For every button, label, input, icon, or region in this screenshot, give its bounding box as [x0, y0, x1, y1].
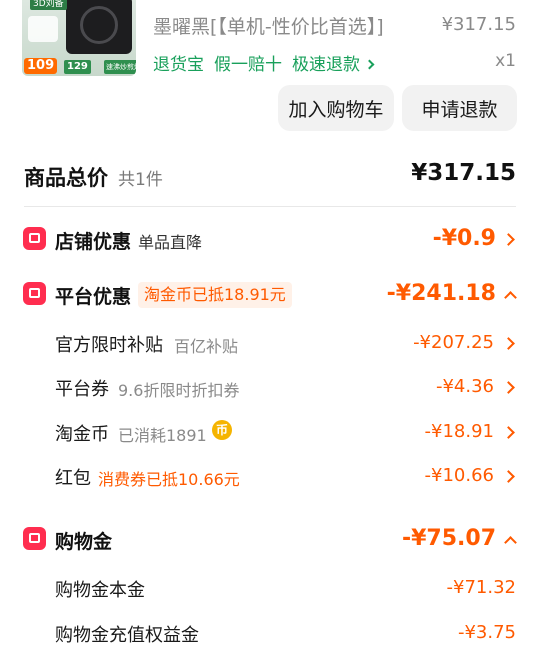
thumb-feature-bubble [28, 16, 58, 42]
thumb-feature-strip: 速沸炒煎焖炖 [104, 60, 136, 74]
divider [24, 206, 516, 207]
coin-sub: 已消耗1891 [118, 426, 207, 445]
subsidy-sub: 百亿补贴 [174, 337, 239, 356]
coupon-value[interactable]: -¥4.36 [436, 376, 494, 397]
gold-principal-value: -¥71.32 [446, 577, 516, 598]
redpacket-sub: 消费券已抵10.66元 [98, 470, 240, 489]
chevron-up-icon[interactable] [504, 536, 517, 549]
product-thumbnail[interactable]: 3D刘备 109 129 速沸炒煎焖炖 [22, 0, 136, 76]
service-tag-fast-refund: 极速退款 [292, 55, 360, 75]
total-title: 商品总价 [24, 166, 108, 190]
cooktop-coil-graphic [80, 6, 118, 44]
store-discount-value[interactable]: -¥0.9 [433, 226, 496, 251]
platform-discount-title: 平台优惠 [55, 286, 132, 308]
platform-gift-icon [23, 282, 46, 305]
coin-deduction-badge: 淘金币已抵18.91元 [138, 282, 292, 308]
subsidy-value[interactable]: -¥207.25 [413, 332, 494, 353]
chevron-right-icon[interactable] [502, 470, 515, 483]
request-refund-button[interactable]: 申请退款 [402, 85, 517, 131]
chevron-right-icon[interactable] [502, 381, 515, 394]
service-tag-return: 退货宝 [153, 55, 204, 75]
shopping-bag-icon [23, 527, 46, 550]
shopping-gold-value[interactable]: -¥75.07 [402, 526, 496, 551]
coin-value[interactable]: -¥18.91 [425, 421, 494, 442]
store-discount-title: 店铺优惠 [55, 231, 132, 253]
coupon-sub: 9.6折限时折扣券 [118, 381, 240, 400]
gold-bonus-label: 购物金充值权益金 [55, 625, 199, 646]
service-tag-authentic: 假一赔十 [214, 55, 282, 75]
subsidy-label: 官方限时补贴 [55, 335, 163, 356]
coin-label: 淘金币 [55, 424, 109, 445]
platform-discount-value[interactable]: -¥241.18 [387, 281, 496, 306]
service-tags[interactable]: 退货宝 假一赔十 极速退款 [153, 50, 375, 75]
add-to-cart-button[interactable]: 加入购物车 [278, 85, 394, 131]
thumb-price-main: 109 [24, 58, 58, 74]
chevron-right-icon [364, 59, 375, 70]
chevron-right-icon[interactable] [502, 426, 515, 439]
redpacket-value[interactable]: -¥10.66 [425, 465, 494, 486]
total-price: ¥317.15 [411, 160, 516, 186]
total-price-row: 商品总价 共1件 ¥317.15 [24, 158, 516, 194]
thumb-price-secondary: 129 [64, 60, 91, 74]
gold-bonus-value: -¥3.75 [457, 622, 516, 643]
chevron-right-icon[interactable] [502, 233, 515, 246]
gold-principal-label: 购物金本金 [55, 580, 145, 601]
store-discount-sub: 单品直降 [138, 233, 203, 252]
coin-icon: 币 [212, 420, 232, 440]
redpacket-label: 红包 [55, 468, 91, 489]
chevron-right-icon[interactable] [502, 337, 515, 350]
shopping-gold-title: 购物金 [55, 531, 113, 553]
quantity: x1 [495, 51, 516, 71]
chevron-up-icon[interactable] [504, 291, 517, 304]
unit-price: ¥317.15 [441, 14, 516, 35]
coupon-label: 平台券 [55, 379, 109, 400]
item-count: 共1件 [118, 170, 163, 190]
thumb-tag: 3D刘备 [30, 0, 67, 10]
product-sku[interactable]: 墨曜黑[【单机-性价比首选】] [153, 12, 384, 39]
store-icon [23, 227, 46, 250]
